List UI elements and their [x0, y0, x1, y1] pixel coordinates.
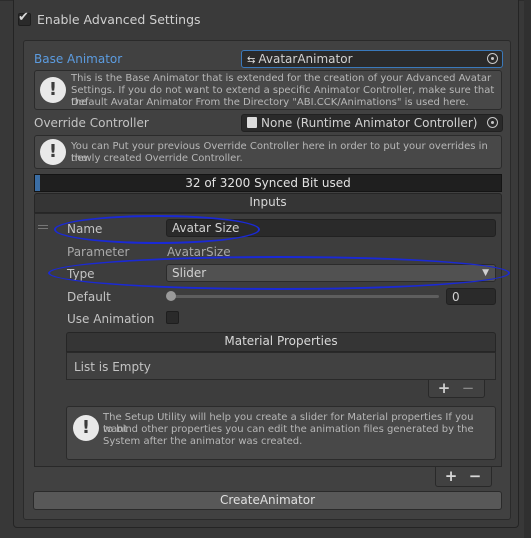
synced-bits-fill — [35, 175, 40, 191]
info-icon: ! — [40, 77, 66, 103]
drag-handle-icon[interactable] — [38, 225, 48, 229]
info-icon: ! — [40, 139, 66, 165]
slider-help-line-3: System after the animator was created. — [103, 436, 303, 447]
default-label: Default — [67, 290, 111, 304]
animator-controller-icon: ⇆ — [247, 55, 256, 66]
default-slider-track[interactable] — [171, 295, 439, 298]
inputs-remove-button[interactable]: − — [466, 467, 484, 485]
use-animation-checkbox[interactable] — [166, 311, 179, 324]
base-animator-value: AvatarAnimator — [258, 52, 353, 66]
base-animator-help-line-3: Default Avatar Animator From the Directo… — [71, 97, 469, 108]
default-value-input[interactable]: 0 — [446, 288, 496, 305]
override-controller-value: None (Runtime Animator Controller) — [261, 116, 478, 130]
base-animator-label: Base Animator — [34, 52, 123, 66]
list-empty-text: List is Empty — [74, 360, 151, 374]
parameter-label: Parameter — [67, 245, 130, 259]
material-remove-button[interactable]: − — [459, 379, 477, 397]
object-picker-icon[interactable] — [487, 117, 498, 128]
checkmark-icon: ✔ — [18, 10, 29, 25]
base-animator-field[interactable]: ⇆ AvatarAnimator — [241, 50, 503, 68]
base-animator-help-box: ! This is the Base Animator that is exte… — [34, 70, 502, 110]
synced-bits-text: 32 of 3200 Synced Bit used — [185, 176, 351, 190]
base-animator-help-line-1: This is the Base Animator that is extend… — [71, 73, 492, 84]
material-properties-header: Material Properties — [66, 332, 496, 352]
material-add-button[interactable]: + — [434, 379, 454, 397]
create-animator-button[interactable]: CreateAnimator — [33, 491, 502, 510]
inputs-header: Inputs — [34, 193, 502, 213]
document-icon — [247, 117, 257, 128]
enable-advanced-checkbox[interactable]: ✔ — [18, 10, 31, 26]
slider-help-line-2: to bind other properties you can edit th… — [103, 424, 474, 435]
slider-help-box: ! The Setup Utility will help you create… — [66, 406, 496, 460]
synced-bits-bar: 32 of 3200 Synced Bit used — [34, 174, 502, 192]
override-controller-help-box: ! You can Put your previous Override Con… — [34, 135, 502, 169]
override-help-line-2: newly created Override Controller. — [71, 153, 243, 164]
right-scrollbar-track[interactable] — [524, 0, 531, 538]
enable-advanced-label: Enable Advanced Settings — [37, 12, 201, 27]
use-animation-label: Use Animation — [67, 312, 155, 326]
override-controller-field[interactable]: None (Runtime Animator Controller) — [241, 114, 503, 132]
annotation-ellipse-name — [54, 215, 260, 244]
inputs-add-button[interactable]: + — [441, 467, 461, 485]
info-icon: ! — [73, 415, 99, 441]
default-slider-thumb[interactable] — [166, 291, 176, 301]
annotation-ellipse-type — [48, 256, 510, 290]
override-controller-label: Override Controller — [34, 116, 149, 130]
object-picker-icon[interactable] — [487, 53, 498, 64]
